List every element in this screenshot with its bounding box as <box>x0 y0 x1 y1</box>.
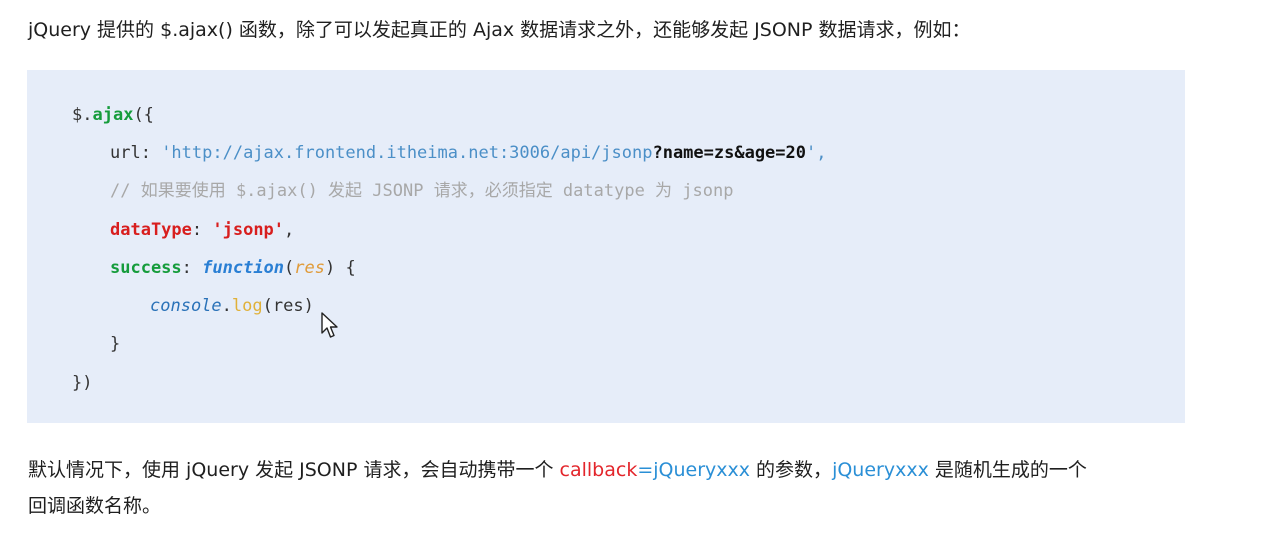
paragraph-text: 默认情况下，使用 jQuery 发起 JSONP 请求，会自动携带一个 <box>28 459 560 481</box>
code-token: ( <box>284 258 295 278</box>
code-token-function: function <box>202 258 285 278</box>
code-token: $. <box>72 105 93 125</box>
equals-sign: = <box>637 459 654 481</box>
code-token: ({ <box>133 105 154 125</box>
code-token-key: url: <box>110 143 162 163</box>
paragraph-text: 回调函数名称。 <box>28 495 162 517</box>
code-token-key: success <box>110 258 182 278</box>
code-line-3-comment: // 如果要使用 $.ajax() 发起 JSONP 请求，必须指定 datat… <box>110 181 734 201</box>
code-token-url: 'http://ajax.frontend.itheima.net:3006/a… <box>161 143 653 163</box>
code-line-6: console.log(res) <box>150 294 314 318</box>
code-block <box>27 70 1185 423</box>
code-token-method: ajax <box>92 105 134 125</box>
code-line-5: success: function(res) { <box>110 256 356 280</box>
code-line-2: url: 'http://ajax.frontend.itheima.net:3… <box>110 141 826 165</box>
code-token-query: ?name=zs&age=20 <box>652 143 806 163</box>
explanation-paragraph: 默认情况下，使用 jQuery 发起 JSONP 请求，会自动携带一个 call… <box>28 452 1218 524</box>
code-token: : <box>191 220 213 240</box>
code-token-object: console <box>150 296 222 316</box>
code-line-4: dataType: 'jsonp', <box>110 218 294 242</box>
code-line-7: } <box>110 334 121 354</box>
code-line-8: }) <box>72 373 93 393</box>
code-token-call: log <box>231 296 263 316</box>
jquery-callback-name: jQueryxxx <box>653 459 751 481</box>
code-token-string: 'jsonp' <box>212 220 285 240</box>
code-token-end: ', <box>806 143 827 163</box>
callback-keyword: callback <box>559 459 638 481</box>
code-token: (res) <box>262 296 314 316</box>
code-token: ) { <box>325 258 356 278</box>
paragraph-text: 是随机生成的一个 <box>928 459 1087 481</box>
mouse-pointer-icon <box>321 312 338 338</box>
intro-text: jQuery 提供的 $.ajax() 函数，除了可以发起真正的 Ajax 数据… <box>28 19 971 41</box>
code-token: : <box>181 258 203 278</box>
code-token-param: res <box>294 258 325 278</box>
code-token: . <box>221 296 232 316</box>
code-token: , <box>284 220 295 240</box>
code-token-key: dataType <box>110 220 192 240</box>
paragraph-text: 的参数， <box>750 459 833 481</box>
jquery-callback-name: jQueryxxx <box>832 459 929 481</box>
code-line-1: $.ajax({ <box>72 103 154 127</box>
